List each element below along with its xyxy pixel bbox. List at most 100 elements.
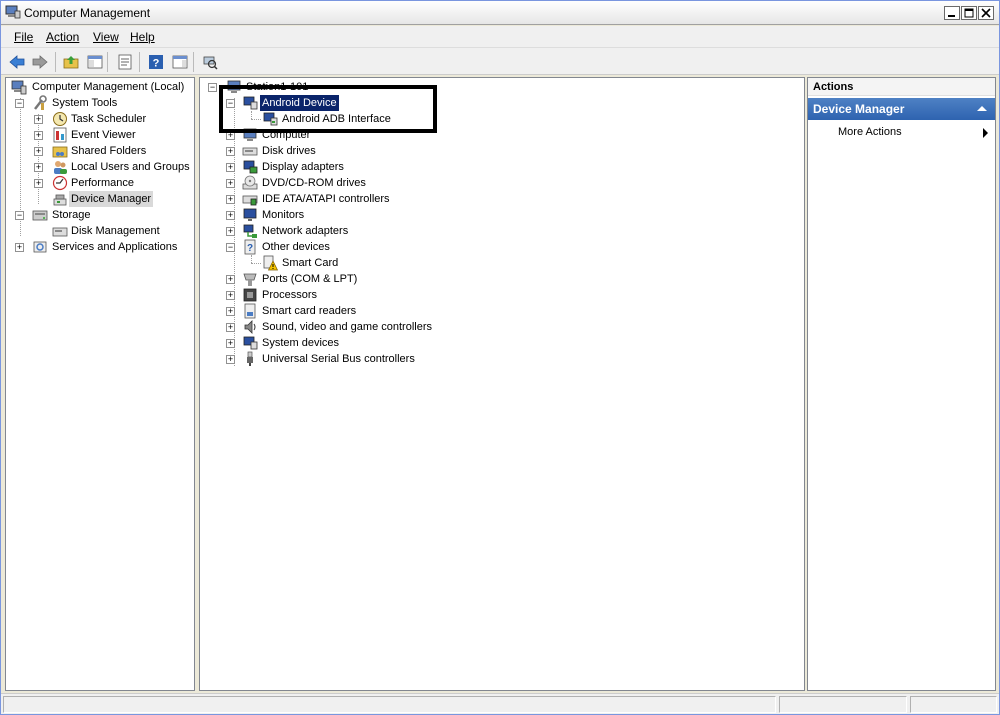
expand-toggle[interactable]: + — [226, 339, 235, 348]
expand-toggle[interactable]: + — [226, 227, 235, 236]
menu-help[interactable]: Help — [130, 30, 155, 44]
expand-toggle[interactable]: + — [34, 147, 43, 156]
users-icon — [54, 161, 67, 174]
menu-bar: File Action View Help — [1, 26, 999, 47]
expand-toggle[interactable]: + — [226, 195, 235, 204]
actions-section-device-manager[interactable]: Device Manager — [808, 98, 995, 120]
collapse-toggle[interactable]: − — [208, 83, 217, 92]
tree-label: Performance — [71, 177, 134, 189]
show-hide-tree-button[interactable] — [85, 52, 105, 72]
collapse-arrow-icon[interactable] — [977, 106, 987, 111]
expand-toggle[interactable]: + — [34, 163, 43, 172]
tree-label: Smart card readers — [262, 305, 357, 317]
expand-toggle[interactable]: + — [226, 147, 235, 156]
device-category-other-devices[interactable]: − ? Other devices — [224, 239, 424, 255]
scan-hardware-button[interactable] — [200, 52, 220, 72]
device-category-dvd[interactable]: + DVD/CD-ROM drives — [224, 175, 424, 191]
device-tree-pane[interactable]: − Station1-101 − Android Device Android … — [199, 77, 805, 691]
tree-item-performance[interactable]: + Performance — [10, 175, 190, 191]
disk-management-icon — [52, 227, 68, 237]
usb-icon — [247, 351, 253, 366]
processor-icon — [243, 288, 257, 302]
back-icon — [9, 55, 25, 69]
tree-label: Other devices — [262, 241, 330, 253]
tree-item-event-viewer[interactable]: + Event Viewer — [10, 127, 190, 143]
device-category-display-adapters[interactable]: + Display adapters — [224, 159, 424, 175]
tree-label: Storage — [52, 209, 91, 221]
expand-toggle[interactable]: + — [226, 323, 235, 332]
monitor-icon — [243, 208, 257, 221]
svg-text:?: ? — [153, 58, 160, 70]
expand-toggle[interactable]: + — [226, 275, 235, 284]
tree-item-storage[interactable]: − Storage — [10, 207, 190, 223]
expand-toggle[interactable]: + — [226, 179, 235, 188]
device-category-processors[interactable]: + Processors — [224, 287, 424, 303]
device-item-smart-card[interactable]: Smart Card — [244, 255, 444, 271]
expand-toggle[interactable]: + — [34, 115, 43, 124]
expand-toggle[interactable]: + — [226, 211, 235, 220]
submenu-arrow-icon — [983, 128, 988, 138]
tree-item-local-users[interactable]: + Local Users and Groups — [10, 159, 190, 175]
device-category-disk-drives[interactable]: + Disk drives — [224, 143, 424, 159]
expand-toggle[interactable]: + — [15, 243, 24, 252]
expand-toggle[interactable]: + — [226, 307, 235, 316]
device-category-smart-card-readers[interactable]: + Smart card readers — [224, 303, 424, 319]
menu-action[interactable]: Action — [46, 30, 79, 44]
window-title: Computer Management — [24, 6, 151, 20]
actions-pane: Actions Device Manager More Actions — [807, 77, 996, 691]
tree-label: DVD/CD-ROM drives — [262, 177, 366, 189]
collapse-toggle[interactable]: − — [226, 243, 235, 252]
tree-item-device-manager[interactable]: Device Manager — [10, 191, 190, 207]
show-action-pane-button[interactable] — [170, 52, 190, 72]
title-bar[interactable]: Computer Management — [1, 1, 999, 25]
maximize-button[interactable] — [961, 6, 977, 20]
annotation-highlight-box — [219, 85, 437, 133]
menu-view[interactable]: View — [93, 30, 119, 44]
forward-button[interactable] — [30, 52, 50, 72]
tree-label: Disk drives — [262, 145, 316, 157]
tree-label: Disk Management — [71, 225, 160, 237]
forward-icon — [32, 55, 48, 69]
menu-file[interactable]: File — [14, 30, 33, 44]
device-category-ports[interactable]: + Ports (COM & LPT) — [224, 271, 424, 287]
device-category-sound[interactable]: + Sound, video and game controllers — [224, 319, 464, 335]
minimize-button[interactable] — [944, 6, 960, 20]
properties-button[interactable] — [115, 52, 135, 72]
tree-item-disk-management[interactable]: Disk Management — [10, 223, 190, 239]
up-button[interactable] — [61, 52, 81, 72]
help-button[interactable]: ? — [146, 52, 166, 72]
console-tree-pane[interactable]: Computer Management (Local) − System Too… — [5, 77, 195, 691]
collapse-toggle[interactable]: − — [15, 211, 24, 220]
tree-item-task-scheduler[interactable]: + Task Scheduler — [10, 111, 190, 127]
disk-drive-icon — [242, 147, 258, 156]
tree-label: Processors — [262, 289, 318, 301]
close-button[interactable] — [978, 6, 994, 20]
tree-label: IDE ATA/ATAPI controllers — [262, 193, 390, 205]
dvd-drive-icon — [242, 175, 258, 190]
expand-toggle[interactable]: + — [226, 355, 235, 364]
device-category-usb[interactable]: + Universal Serial Bus controllers — [224, 351, 464, 367]
tree-item-shared-folders[interactable]: + Shared Folders — [10, 143, 190, 159]
tree-item-services-applications[interactable]: + Services and Applications — [10, 239, 190, 255]
network-adapter-icon — [243, 224, 257, 238]
expand-toggle[interactable]: + — [226, 163, 235, 172]
device-category-monitors[interactable]: + Monitors — [224, 207, 424, 223]
tree-label: Universal Serial Bus controllers — [262, 353, 415, 365]
tree-item-system-tools[interactable]: − System Tools — [10, 95, 190, 111]
device-category-ide[interactable]: + IDE ATA/ATAPI controllers — [224, 191, 444, 207]
device-manager-icon — [53, 194, 67, 206]
status-bar — [1, 693, 999, 714]
device-category-system-devices[interactable]: + System devices — [224, 335, 424, 351]
expand-toggle[interactable]: + — [226, 291, 235, 300]
expand-toggle[interactable]: + — [34, 179, 43, 188]
close-icon — [981, 8, 991, 18]
display-adapter-icon — [243, 160, 258, 174]
expand-toggle[interactable]: + — [34, 131, 43, 140]
up-folder-icon — [63, 56, 79, 69]
tree-label: Smart Card — [282, 257, 339, 269]
device-category-network-adapters[interactable]: + Network adapters — [224, 223, 424, 239]
more-actions-link[interactable]: More Actions — [838, 126, 902, 138]
back-button[interactable] — [7, 52, 27, 72]
tree-label: System devices — [262, 337, 340, 349]
collapse-toggle[interactable]: − — [15, 99, 24, 108]
